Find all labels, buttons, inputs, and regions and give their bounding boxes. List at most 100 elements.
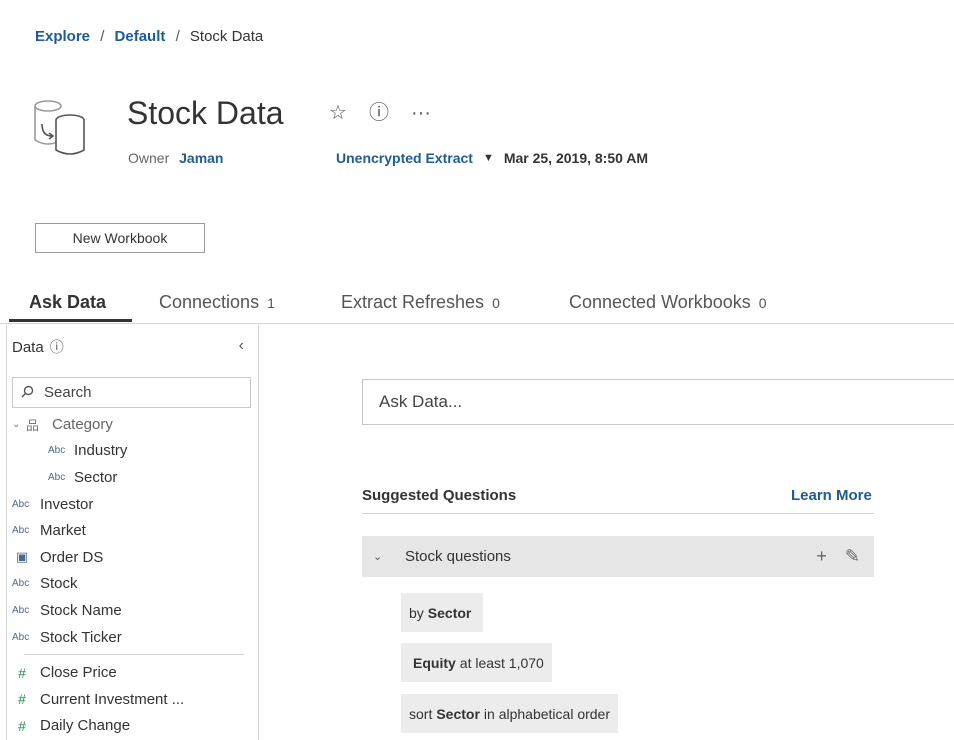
tab-label: Extract Refreshes — [341, 292, 485, 312]
field-item[interactable]: Abc Stock — [7, 571, 259, 598]
field-label: Market — [40, 522, 86, 540]
tab-ask-data[interactable]: Ask Data — [8, 292, 133, 322]
suggested-questions-title: Suggested Questions — [362, 487, 517, 504]
data-source-icon — [34, 100, 85, 155]
question-group-label: Stock questions — [405, 548, 511, 565]
question-field: Sector — [436, 705, 480, 722]
breadcrumb-default[interactable]: Default — [115, 28, 166, 45]
field-item[interactable]: Abc Stock Name — [7, 597, 259, 624]
field-label: Stock Ticker — [40, 628, 122, 646]
title-actions: ☆ ⓘ ··· — [329, 100, 431, 126]
field-label: Current Investment ... — [40, 690, 185, 708]
field-item[interactable]: Abc Industry — [7, 438, 259, 465]
new-workbook-button[interactable]: New Workbook — [35, 223, 205, 253]
edit-icon[interactable]: ✎ — [845, 546, 860, 567]
string-type-icon: Abc — [12, 604, 30, 616]
field-label: Stock — [40, 575, 78, 593]
more-icon[interactable]: ··· — [411, 100, 431, 126]
field-item[interactable]: Abc Market — [7, 517, 259, 544]
breadcrumb-separator: / — [175, 28, 180, 45]
owner-info: Owner Jaman — [128, 150, 223, 166]
collapse-sidebar-icon[interactable]: ‹ — [239, 337, 244, 355]
breadcrumb-separator: / — [100, 28, 105, 45]
field-item[interactable]: Abc Investor — [7, 491, 259, 518]
search-input[interactable] — [42, 383, 232, 402]
string-type-icon: Abc — [12, 498, 30, 510]
tab-connected-workbooks[interactable]: Connected Workbooks 0 — [569, 292, 767, 321]
calendar-icon: ▣ — [15, 549, 29, 565]
string-type-icon: Abc — [48, 471, 66, 483]
suggested-question[interactable]: sort Sector in alphabetical order — [401, 694, 619, 733]
tab-label: Connections — [159, 292, 260, 312]
question-text: sort — [409, 705, 433, 722]
field-label: Sector — [74, 468, 118, 486]
string-type-icon: Abc — [48, 445, 66, 457]
info-icon[interactable]: ⓘ — [50, 337, 64, 357]
breadcrumb-explore[interactable]: Explore — [35, 28, 90, 45]
number-type-icon: # — [18, 717, 26, 734]
number-type-icon: # — [18, 664, 26, 681]
tab-count: 0 — [492, 295, 500, 311]
sidebar-title: Data — [12, 338, 44, 356]
field-group-category[interactable]: ⌄ 品 Category — [7, 411, 259, 438]
field-label: Stock Name — [40, 601, 122, 619]
field-label: Category — [52, 415, 113, 433]
field-item[interactable]: ▣ Order DS — [7, 544, 259, 571]
search-icon — [21, 385, 34, 401]
field-label: Investor — [40, 495, 94, 513]
number-type-icon: # — [18, 691, 26, 708]
field-label: Order DS — [40, 548, 104, 566]
field-label: Industry — [74, 442, 128, 460]
question-field: Equity — [413, 654, 456, 671]
tab-count: 1 — [267, 295, 275, 311]
field-label: Close Price — [40, 664, 117, 682]
question-group-actions: + ✎ — [816, 546, 860, 567]
search-box — [12, 377, 251, 408]
measure-item[interactable]: # Daily Change — [7, 713, 259, 740]
field-label: Daily Change — [40, 717, 131, 735]
data-sidebar: Data ⓘ ‹ ⌄ 品 Category Abc Industry Abc S… — [6, 325, 259, 740]
question-text: in alphabetical order — [483, 705, 611, 722]
question-group-header[interactable]: ⌄ Stock questions + ✎ — [362, 536, 874, 577]
chevron-down-icon[interactable]: ⌄ — [373, 550, 405, 563]
extract-date: Mar 25, 2019, 8:50 AM — [503, 150, 649, 166]
extract-type-link[interactable]: Unencrypted Extract — [336, 150, 473, 166]
question-field: Sector — [427, 604, 472, 621]
page-title: Stock Data — [127, 95, 284, 131]
extract-info: Unencrypted Extract ▼ Mar 25, 2019, 8:50… — [336, 150, 648, 166]
ask-data-input[interactable] — [377, 391, 877, 413]
star-icon[interactable]: ☆ — [329, 100, 347, 126]
add-icon[interactable]: + — [816, 546, 827, 567]
measure-item[interactable]: # Close Price — [7, 659, 259, 686]
suggested-question[interactable]: by Sector — [401, 593, 484, 632]
tab-count: 0 — [758, 295, 767, 311]
question-text: at least 1,070 — [459, 654, 544, 671]
learn-more-link[interactable]: Learn More — [791, 487, 872, 504]
caret-down-icon[interactable]: ▼ — [483, 152, 494, 164]
string-type-icon: Abc — [12, 525, 30, 537]
tab-extract-refreshes[interactable]: Extract Refreshes 0 — [341, 292, 500, 321]
question-text: by — [409, 604, 424, 621]
tab-bar: Ask Data Connections 1 Extract Refreshes 0… — [0, 292, 954, 324]
owner-link[interactable]: Jaman — [179, 150, 223, 166]
breadcrumb: Explore / Default / Stock Data — [35, 28, 263, 45]
section-divider — [362, 513, 874, 514]
breadcrumb-current: Stock Data — [189, 28, 264, 45]
measure-item[interactable]: # Current Investment ... — [7, 686, 259, 713]
info-icon[interactable]: ⓘ — [369, 100, 389, 126]
sidebar-header: Data ⓘ — [12, 337, 64, 357]
tab-connections[interactable]: Connections 1 — [159, 292, 275, 321]
hierarchy-icon: 品 — [26, 417, 40, 433]
field-item[interactable]: Abc Stock Ticker — [7, 624, 259, 651]
string-type-icon: Abc — [12, 578, 30, 590]
suggested-question[interactable]: Equity at least 1,070 — [401, 643, 552, 682]
owner-label: Owner — [128, 150, 170, 166]
string-type-icon: Abc — [12, 631, 30, 643]
field-item[interactable]: Abc Sector — [7, 464, 259, 491]
tab-label: Ask Data — [29, 292, 107, 312]
tab-label: Connected Workbooks — [569, 292, 751, 312]
field-divider — [24, 654, 244, 656]
field-list: ⌄ 品 Category Abc Industry Abc Sector Abc… — [7, 411, 259, 739]
chevron-down-icon[interactable]: ⌄ — [12, 419, 26, 430]
ask-data-box — [362, 379, 954, 425]
